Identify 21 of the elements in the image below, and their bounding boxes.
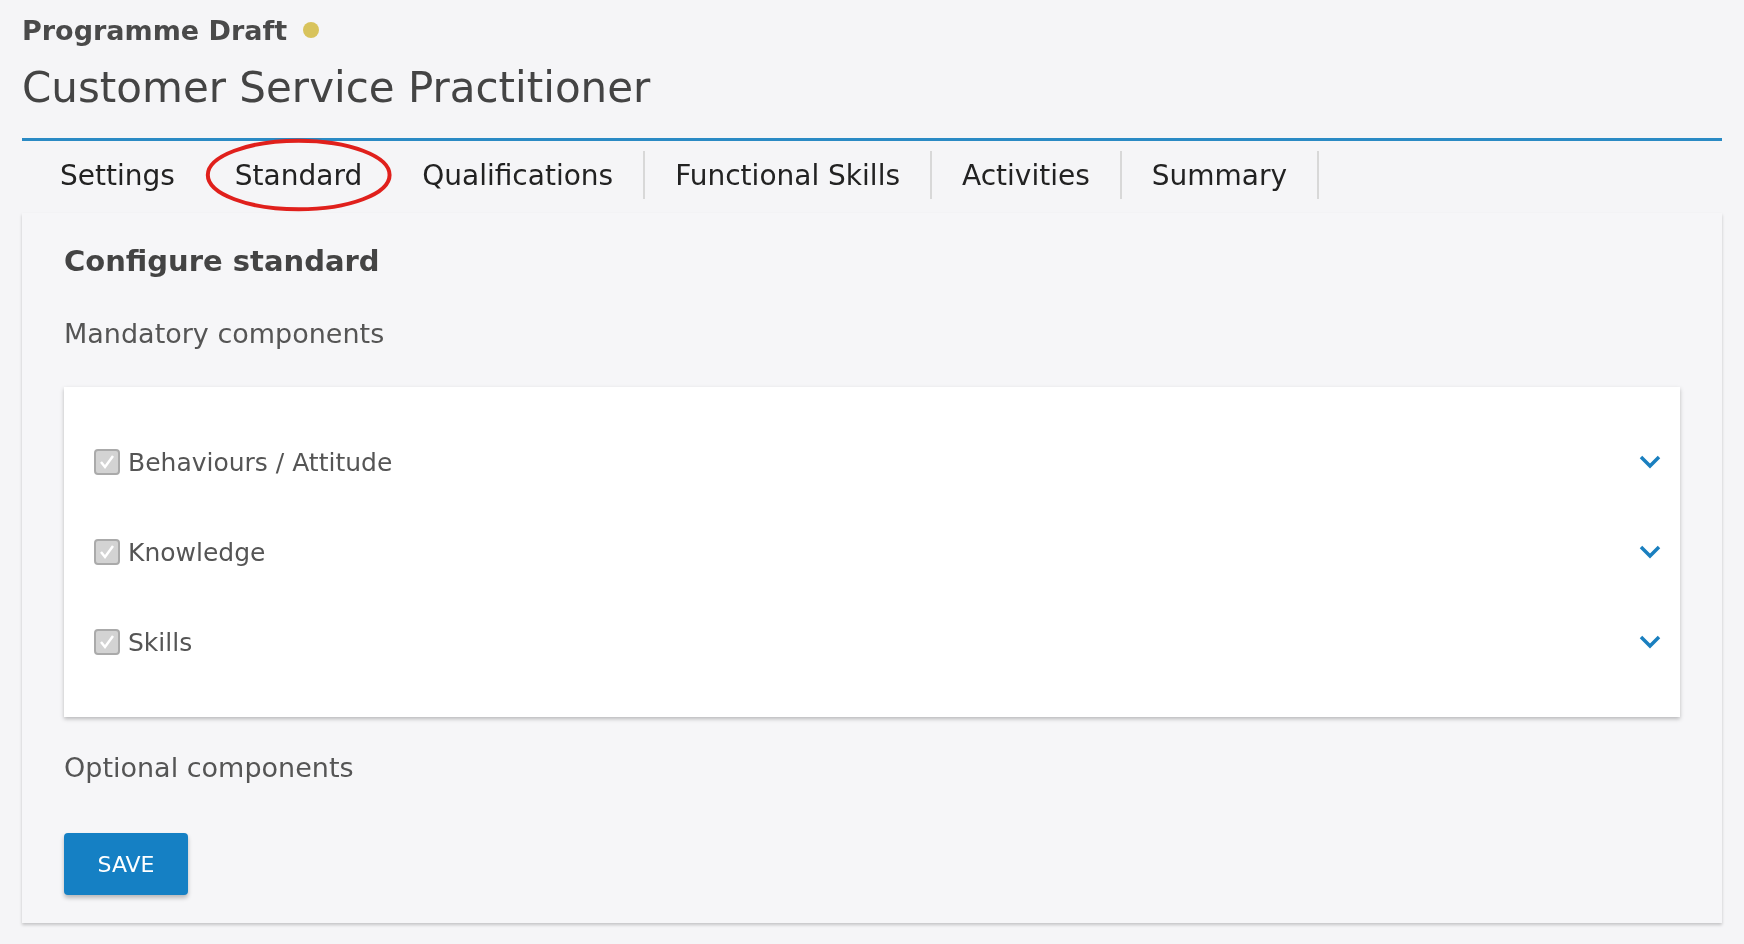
mandatory-label: Mandatory components <box>64 317 386 351</box>
tab[interactable]: Functional Skills <box>645 138 930 212</box>
tab[interactable]: Activities <box>932 138 1120 212</box>
tab[interactable]: Qualifications <box>392 138 644 212</box>
chevron-down-icon[interactable] <box>1638 634 1662 650</box>
component-label: Skills <box>128 627 194 657</box>
checkmark-icon <box>98 633 116 651</box>
checkmark-icon <box>98 543 116 561</box>
section-heading: Configure standard <box>64 243 381 280</box>
checkmark-icon <box>98 453 116 471</box>
tab[interactable]: Settings <box>30 138 205 212</box>
status-label: Programme Draft <box>22 14 288 46</box>
page-title: Customer Service Practitioner <box>22 62 652 114</box>
tab[interactable]: Summary <box>1121 138 1318 212</box>
component-label: Knowledge <box>128 537 267 567</box>
component-label: Behaviours / Attitude <box>128 447 394 477</box>
tab[interactable]: Standard <box>204 138 393 212</box>
chevron-down-icon[interactable] <box>1638 544 1662 560</box>
chevron-down-icon[interactable] <box>1638 454 1662 470</box>
save-button[interactable]: SAVE <box>64 833 188 895</box>
optional-label: Optional components <box>64 751 355 785</box>
